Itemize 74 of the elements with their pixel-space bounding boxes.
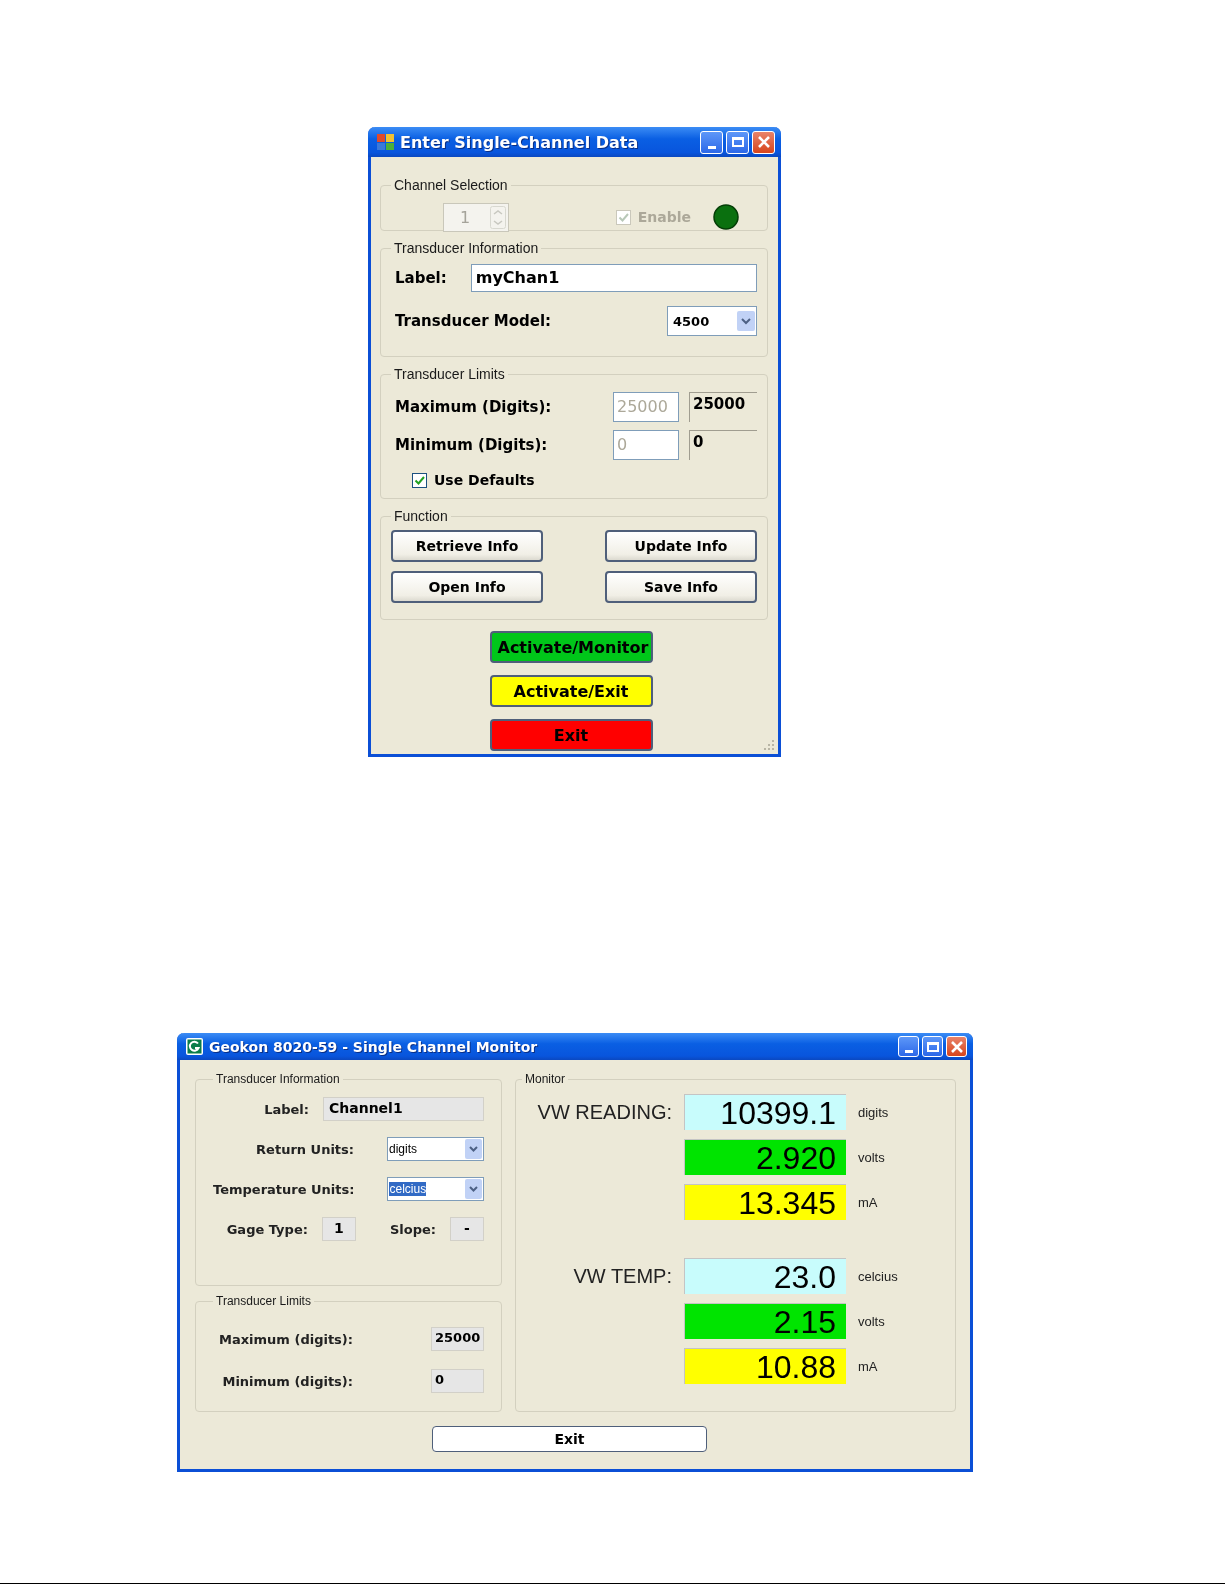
reading-display: 23.0	[684, 1258, 846, 1294]
unit-label: volts	[858, 1149, 886, 1165]
button[interactable]: Retrieve Info	[391, 530, 543, 562]
checkmark-icon	[617, 212, 629, 222]
value-display: 25000	[431, 1327, 484, 1351]
app-icon	[186, 1038, 203, 1055]
reading-display: 2.920	[684, 1139, 846, 1175]
minimize-button[interactable]	[700, 130, 723, 154]
group-title: Transducer Limits	[215, 1294, 312, 1308]
value-display: 25000	[689, 392, 757, 422]
unit-label: mA	[858, 1194, 879, 1210]
input-field[interactable]: myChan1	[470, 264, 757, 292]
chevron-down-icon	[737, 311, 755, 331]
field-label: Transducer Model:	[394, 312, 552, 330]
minimize-button[interactable]	[898, 1036, 919, 1057]
chevron-down-icon	[465, 1139, 482, 1159]
close-icon	[949, 1039, 964, 1054]
field-label: Minimum (Digits):	[394, 436, 548, 454]
button[interactable]: Exit	[489, 719, 653, 751]
unit-label: volts	[858, 1313, 886, 1329]
app-icon	[377, 134, 394, 150]
group-title: Channel Selection	[393, 177, 509, 193]
close-button[interactable]	[752, 130, 775, 154]
group-title: Transducer Limits	[393, 366, 506, 382]
dropdown[interactable]: celcius	[387, 1177, 484, 1201]
unit-label: celcius	[858, 1268, 899, 1284]
checkmark-icon	[414, 475, 425, 485]
close-button[interactable]	[946, 1036, 967, 1057]
field-label: Maximum (Digits):	[394, 398, 552, 416]
value-display: 0	[689, 430, 757, 460]
button[interactable]: Update Info	[605, 530, 757, 562]
field-label: Label:	[264, 1101, 309, 1117]
reading-label: VW READING:	[536, 1100, 672, 1124]
field-label: Label:	[394, 269, 447, 287]
group-title: Monitor	[524, 1072, 566, 1086]
resize-grip-icon	[763, 739, 775, 751]
reading-display: 10.88	[684, 1348, 846, 1384]
unit-label: mA	[858, 1358, 879, 1374]
reading-display: 13.345	[684, 1184, 846, 1220]
window-title: Enter Single-Channel Data	[400, 132, 640, 152]
value-display: 0	[431, 1369, 484, 1393]
status-indicator-icon	[713, 204, 739, 230]
button[interactable]: Activate/Exit	[489, 675, 653, 707]
maximize-button[interactable]	[726, 130, 749, 154]
field-label: Gage Type:	[226, 1221, 308, 1237]
window-title: Geokon 8020-59 - Single Channel Monitor	[209, 1038, 539, 1055]
dropdown[interactable]: 4500	[667, 306, 757, 336]
field-label: Maximum (digits):	[219, 1331, 353, 1347]
checkbox-label: Enable	[637, 209, 691, 225]
spin-arrows-icon	[490, 205, 506, 229]
value-display: -	[450, 1217, 484, 1241]
reading-display: 10399.1	[684, 1094, 846, 1130]
reading-label: VW TEMP:	[572, 1264, 672, 1288]
value-display: 1	[321, 1217, 356, 1241]
checkbox-label: Use Defaults	[434, 472, 535, 488]
unit-label: digits	[858, 1104, 890, 1120]
field-label: Return Units:	[256, 1141, 354, 1157]
group-title: Transducer Information	[215, 1072, 341, 1086]
button[interactable]: Save Info	[605, 571, 757, 603]
button[interactable]: Open Info	[391, 571, 543, 603]
field-label: Slope:	[389, 1221, 436, 1237]
dropdown[interactable]: digits	[387, 1137, 484, 1161]
exit-button[interactable]: Exit	[432, 1426, 707, 1452]
chevron-down-icon	[465, 1179, 482, 1199]
field-label: Temperature Units:	[213, 1181, 355, 1197]
field-label: Minimum (digits):	[222, 1373, 353, 1389]
value-display: Channel1	[323, 1097, 484, 1121]
checkbox[interactable]	[412, 472, 427, 488]
group-title: Function	[393, 508, 449, 524]
maximize-button[interactable]	[922, 1036, 943, 1057]
close-icon	[756, 135, 771, 149]
group-title: Transducer Information	[393, 240, 540, 256]
reading-display: 2.15	[684, 1303, 846, 1339]
button[interactable]: Activate/Monitor	[489, 631, 653, 663]
